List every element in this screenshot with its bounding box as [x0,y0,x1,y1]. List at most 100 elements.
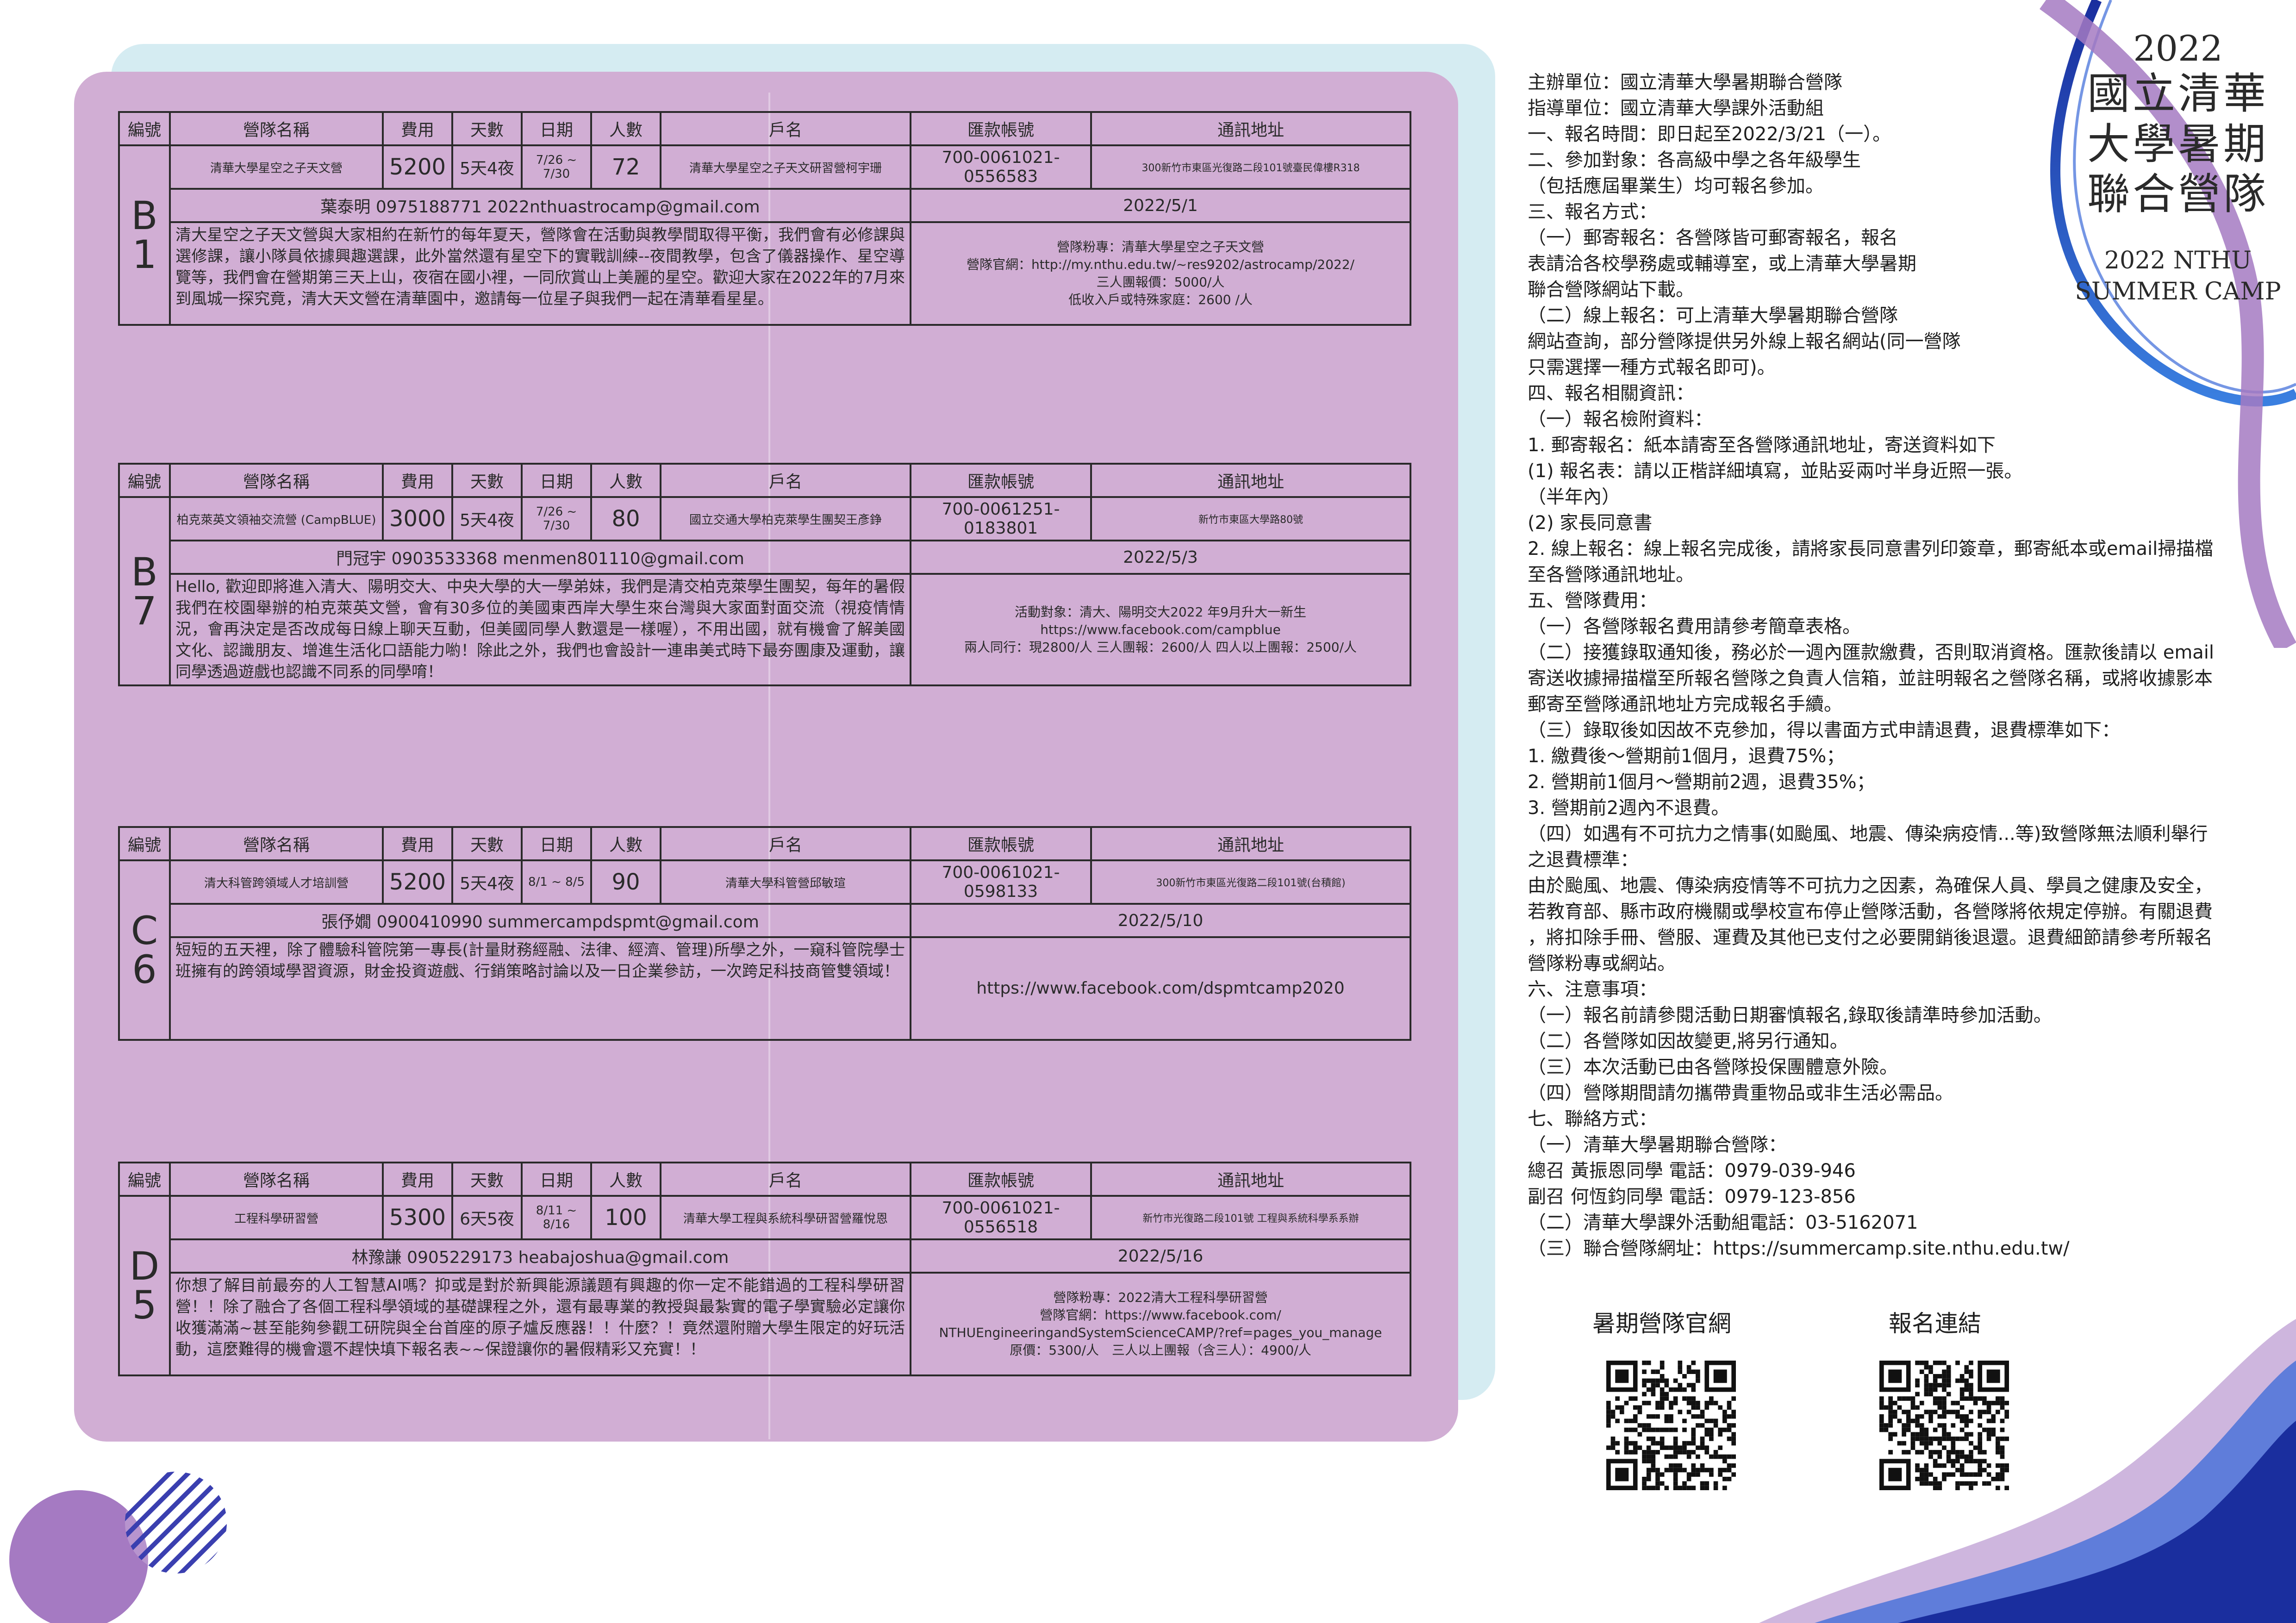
camp-fans: 活動對象：清大、陽明交大2022 年9月升大一新生 https://www.fac… [910,572,1411,687]
header-holder: 戶名 [660,1162,911,1197]
header-fee: 費用 [382,111,453,146]
camp-holder: 清華大學星空之子天文研習營柯宇珊 [660,144,911,190]
camp-days: 6天5夜 [451,1195,523,1240]
info-line: 總召 黃振恩同學 電話：0979-039-946 [1528,1160,1856,1181]
header-people: 人數 [590,826,661,861]
header-people: 人數 [590,1162,661,1197]
camp-people: 72 [590,144,661,190]
header-id: 編號 [118,1162,171,1197]
header-account: 匯款帳號 [910,826,1092,861]
info-line: 七、聯絡方式： [1528,1108,1657,1130]
camp-fans-line: NTHUEngineeringandSystemScienceCAMP/?ref… [939,1325,1382,1340]
camp-people: 100 [590,1195,661,1240]
camp-name: 工程科學研習營 [169,1195,384,1240]
info-line: 聯合營隊網站下載。 [1528,279,1694,300]
header-account: 匯款帳號 [910,111,1092,146]
info-line: （四）營隊期間請勿攜帶貴重物品或非生活必需品。 [1528,1082,1953,1104]
info-line: 寄送收據掃描檔至所報名營隊之負責人信箱，並註明報名之營隊名稱，或將收據影本 [1528,668,2213,689]
camp-contact: 門冠宇 0903533368 menmen801110@gmail.com [169,540,911,575]
camp-people: 80 [590,496,661,541]
header-address: 通訊地址 [1090,1162,1411,1197]
camp-address: 300新竹市東區光復路二段101號(台積館) [1090,859,1411,905]
camp-fee: 5200 [382,859,453,905]
camp-fans-line: https://www.facebook.com/dspmtcamp2020 [976,978,1345,998]
camp-deadline: 2022/5/16 [910,1238,1411,1274]
info-line: ，將扣除手冊、營服、運費及其他已支付之必要開銷後退還。退費細節請參考所報名 [1528,927,2213,948]
qr-code-signup[interactable] [1879,1361,2009,1490]
info-line: 六、注意事項： [1528,979,1657,1000]
header-holder: 戶名 [660,463,911,498]
camp-account: 700-0061251-0183801 [910,496,1092,541]
header-fee: 費用 [382,463,453,498]
header-date: 日期 [521,826,592,861]
camp-description: Hello, 歡迎即將進入清大、陽明交大、中央大學的大一學弟妹，我們是清交柏克萊… [169,572,911,687]
info-line: 指導單位：國立清華大學課外活動組 [1528,98,1824,119]
camp-account: 700-0061021-0598133 [910,859,1092,905]
info-line: 之退費標準： [1528,849,1639,871]
camp-description: 短短的五天裡，除了體驗科管院第一專長(計量財務經融、法律、經濟、管理)所學之外，… [169,936,911,1041]
info-line: （半年內） [1528,486,1620,508]
camp-account: 700-0061021-0556518 [910,1195,1092,1240]
info-line: 表請洽各校學務處或輔導室，或上清華大學暑期 [1528,253,1916,274]
camp-date: 8/11 ~ 8/16 [521,1195,592,1240]
camp-id: B 7 [118,496,171,687]
header-name: 營隊名稱 [169,826,384,861]
camp-date: 7/26 ~ 7/30 [521,496,592,541]
info-line: (1) 報名表：請以正楷詳細填寫，並貼妥兩吋半身近照一張。 [1528,460,2023,482]
camp-block-c6: 編號 營隊名稱 費用 天數 日期 人數 戶名 匯款帳號 通訊地址 C 6 清大科管跨領域人才培訓營 5… [118,826,1411,1041]
info-line: 一、報名時間：即日起至2022/3/21（一）。 [1528,124,1891,145]
info-line: (2) 家長同意書 [1528,512,1653,534]
camp-fans-line: 營隊粉專：2022清大工程科學研習營 [1053,1290,1268,1306]
header-address: 通訊地址 [1090,826,1411,861]
info-line: 1. 郵寄報名：紙本請寄至各營隊通訊地址，寄送資料如下 [1528,435,1996,456]
header-holder: 戶名 [660,111,911,146]
info-line: 至各營隊通訊地址。 [1528,564,1694,585]
camp-id: B 1 [118,144,171,326]
header-days: 天數 [451,111,523,146]
info-line: （包括應屆畢業生）均可報名參加。 [1528,175,1824,197]
header-holder: 戶名 [660,826,911,861]
header-date: 日期 [521,463,592,498]
header-fee: 費用 [382,1162,453,1197]
camp-fans-line: 三人團報價：5000/人 [1096,274,1225,290]
info-line: （三）聯合營隊網址：https://summercamp.site.nthu.e… [1528,1238,2070,1259]
camp-fans-line: 活動對象：清大、陽明交大2022 年9月升大一新生 [1015,604,1306,620]
info-line: （二）接獲錄取通知後，務必於一週內匯款繳費，否則取消資格。匯款後請以 email [1528,642,2215,663]
info-line: 副召 何恆鈞同學 電話：0979-123-856 [1528,1186,1856,1207]
header-name: 營隊名稱 [169,463,384,498]
info-line: （二）線上報名：可上清華大學暑期聯合營隊 [1528,305,1898,326]
header-id: 編號 [118,826,171,861]
camp-fee: 5200 [382,144,453,190]
camp-fans-line: 原價：5300/人 三人以上團報（含三人）：4900/人 [1010,1342,1311,1358]
camp-contact: 林豫謙 0905229173 heabajoshua@gmail.com [169,1238,911,1274]
circle-decoration [9,1472,227,1623]
info-line: 2. 營期前1個月～營期前2週，退費35%； [1528,771,1875,793]
camp-fans-line: 營隊粉專：清華大學星空之子天文營 [1056,239,1264,255]
info-line: 四、報名相關資訊： [1528,383,1694,404]
info-section: 主辦單位：國立清華大學暑期聯合營隊 指導單位：國立清華大學課外活動組一、報名時間：… [1528,69,2277,1262]
info-line: 主辦單位：國立清華大學暑期聯合營隊 [1528,72,1842,93]
info-line: 若教育部、縣市政府機關或學校宣布停止營隊活動，各營隊將依規定停辦。有關退費 [1528,901,2213,922]
info-line: （一）清華大學暑期聯合營隊： [1528,1134,1787,1156]
info-line: 網站查詢，部分營隊提供另外線上報名網站(同一營隊 [1528,331,1961,352]
camp-block-b7: 編號 營隊名稱 費用 天數 日期 人數 戶名 匯款帳號 通訊地址 B 7 柏克萊英文領袖交流營 (C… [118,463,1411,687]
camp-holder: 國立交通大學柏克萊學生團契王彥錚 [660,496,911,541]
camp-account: 700-0061021-0556583 [910,144,1092,190]
header-days: 天數 [451,1162,523,1197]
camp-people: 90 [590,859,661,905]
camp-fans-line: 兩人同行：現2800/人 三人團報：2600/人 四人以上團報：2500/人 [964,639,1357,655]
camp-fans-line: 低收入戶或特殊家庭：2600 /人 [1068,292,1253,307]
info-line: （一）報名前請參閱活動日期審慎報名,錄取後請準時參加活動。 [1528,1005,2052,1026]
qr-code-official[interactable] [1606,1361,1736,1490]
info-line: 三、報名方式： [1528,201,1657,223]
camp-contact: 葉泰明 0975188771 2022nthuastrocamp@gmail.c… [169,188,911,223]
camp-address: 300新竹市東區光復路二段101號臺民偉樓R318 [1090,144,1411,190]
info-line: 郵寄至營隊通訊地址方完成報名手續。 [1528,694,1842,715]
camp-deadline: 2022/5/10 [910,903,1411,938]
header-date: 日期 [521,111,592,146]
header-name: 營隊名稱 [169,111,384,146]
header-fee: 費用 [382,826,453,861]
camp-id: C 6 [118,859,171,1041]
camp-address: 新竹市光復路二段101號 工程與系統科學系系辦 [1090,1195,1411,1240]
camp-fans: 營隊粉專：2022清大工程科學研習營 營隊官網：https://www.faceb… [910,1272,1411,1376]
